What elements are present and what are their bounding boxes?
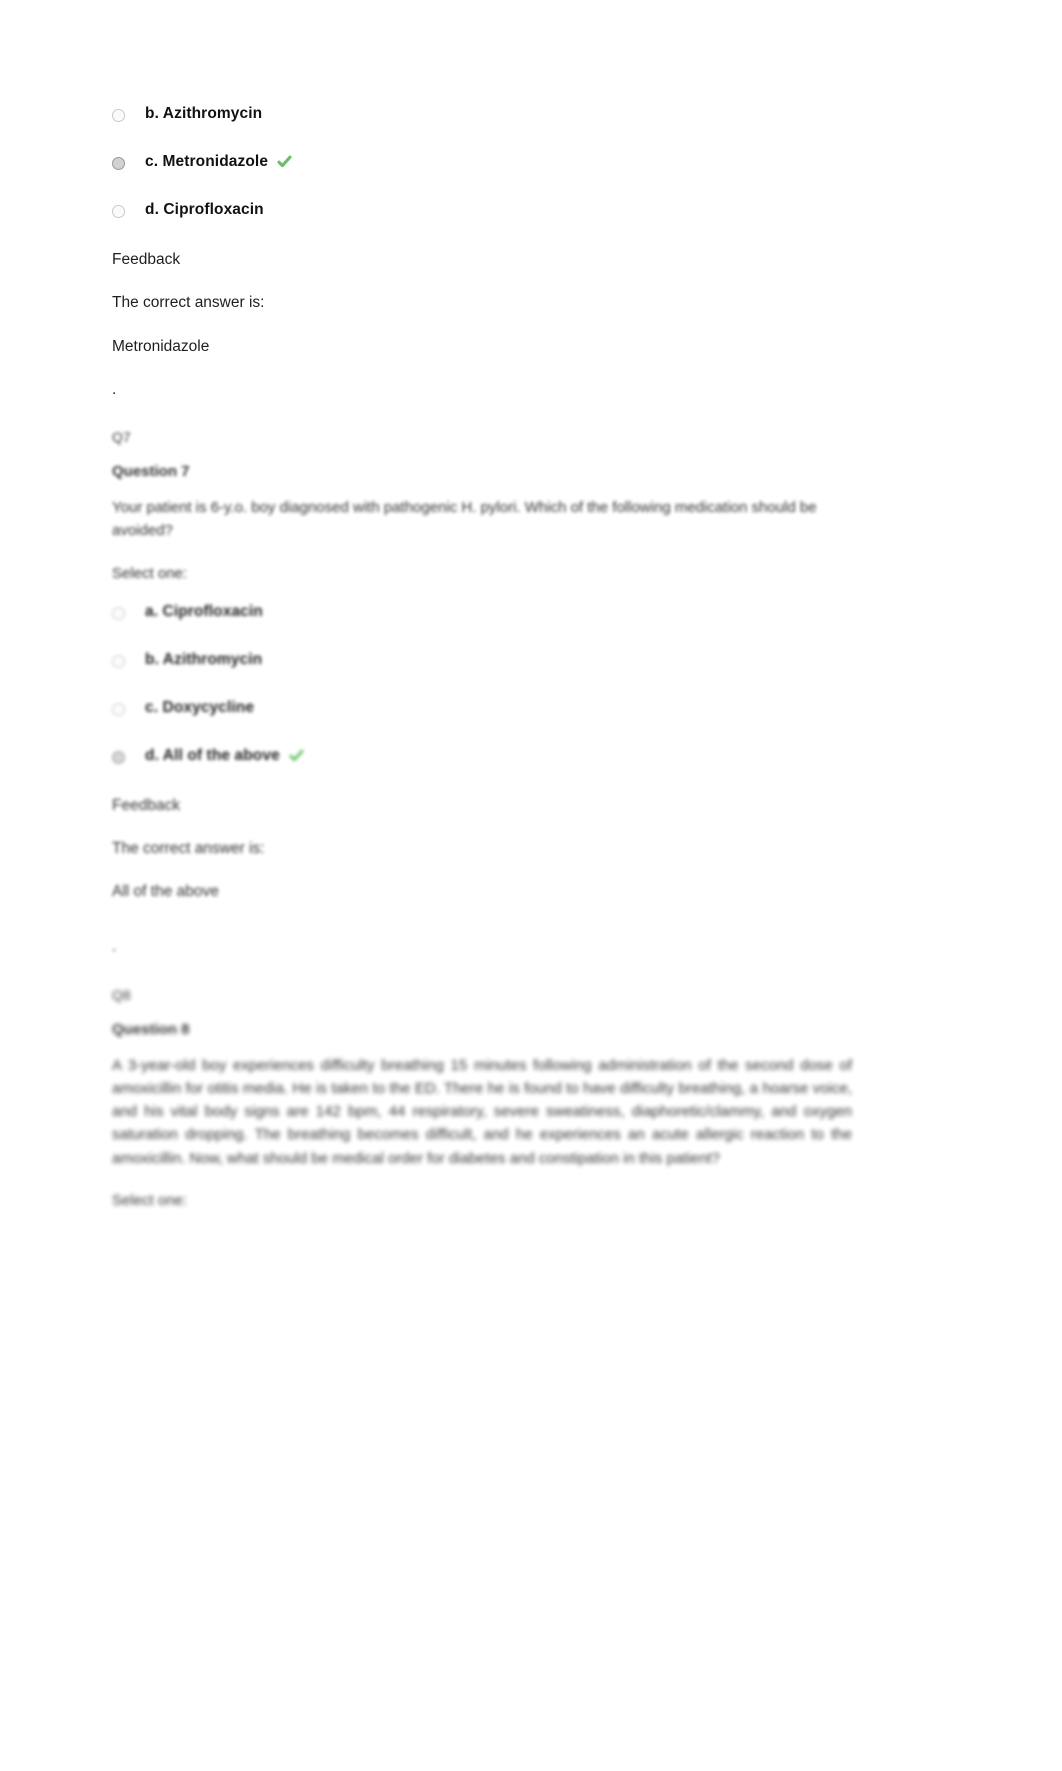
option-row[interactable]: c. Metronidazole (112, 152, 852, 178)
trailing-dot: . (112, 380, 117, 398)
radio-button[interactable] (112, 750, 125, 764)
question-number-label: Q7 (112, 429, 131, 445)
option-row[interactable]: b. Azithromycin (112, 104, 852, 130)
radio-button[interactable] (112, 205, 125, 218)
document-page: b. Azithromycin c. Metronidazole d. Cipr… (0, 0, 1062, 1771)
option-row[interactable]: d. Ciprofloxacin (112, 200, 852, 226)
option-label: b. Azithromycin (145, 650, 263, 668)
option-label: b. Azithromycin (145, 105, 263, 122)
option-label: a. Ciprofloxacin (145, 602, 263, 620)
question-heading: Question 7 (112, 463, 190, 480)
feedback-heading: Feedback (112, 251, 181, 268)
correct-answer-text: All of the above (112, 883, 219, 900)
correct-answer-intro: The correct answer is: (112, 839, 265, 857)
question-8-section: Q8 Question 8 A 3-year-old boy experienc… (112, 987, 852, 1209)
quiz-content: b. Azithromycin c. Metronidazole d. Cipr… (112, 104, 852, 1229)
option-label: c. Doxycycline (145, 698, 255, 716)
radio-button[interactable] (112, 606, 125, 620)
option-row[interactable]: d. All of the above (112, 746, 852, 772)
question-stem: A 3-year-old boy experiences difficulty … (112, 1056, 852, 1167)
question-stem: Your patient is 6-y.o. boy diagnosed wit… (112, 499, 817, 540)
option-row[interactable]: a. Ciprofloxacin (112, 602, 852, 628)
question-7-section: Q7 Question 7 Your patient is 6-y.o. boy… (112, 429, 852, 959)
option-label: c. Metronidazole (145, 153, 269, 170)
select-one-label: Select one: (112, 1191, 188, 1209)
radio-button[interactable] (112, 109, 125, 122)
feedback-heading: Feedback (112, 796, 181, 814)
option-label: d. Ciprofloxacin (145, 201, 264, 218)
correct-answer-check-icon (289, 748, 304, 763)
question-number-label: Q8 (112, 986, 131, 1003)
select-one-label: Select one: (112, 564, 188, 582)
option-row[interactable]: c. Doxycycline (112, 698, 852, 724)
correct-answer-text: Metronidazole (112, 337, 210, 355)
radio-button[interactable] (112, 702, 125, 716)
question-heading: Question 8 (112, 1020, 190, 1038)
option-label: d. All of the above (145, 746, 280, 764)
question-6-section: b. Azithromycin c. Metronidazole d. Cipr… (112, 104, 852, 401)
radio-button[interactable] (112, 157, 125, 170)
correct-answer-intro: The correct answer is: (112, 294, 265, 312)
radio-button[interactable] (112, 654, 125, 668)
correct-answer-check-icon (277, 154, 292, 169)
trailing-dot: . (112, 938, 117, 956)
option-row[interactable]: b. Azithromycin (112, 650, 852, 676)
